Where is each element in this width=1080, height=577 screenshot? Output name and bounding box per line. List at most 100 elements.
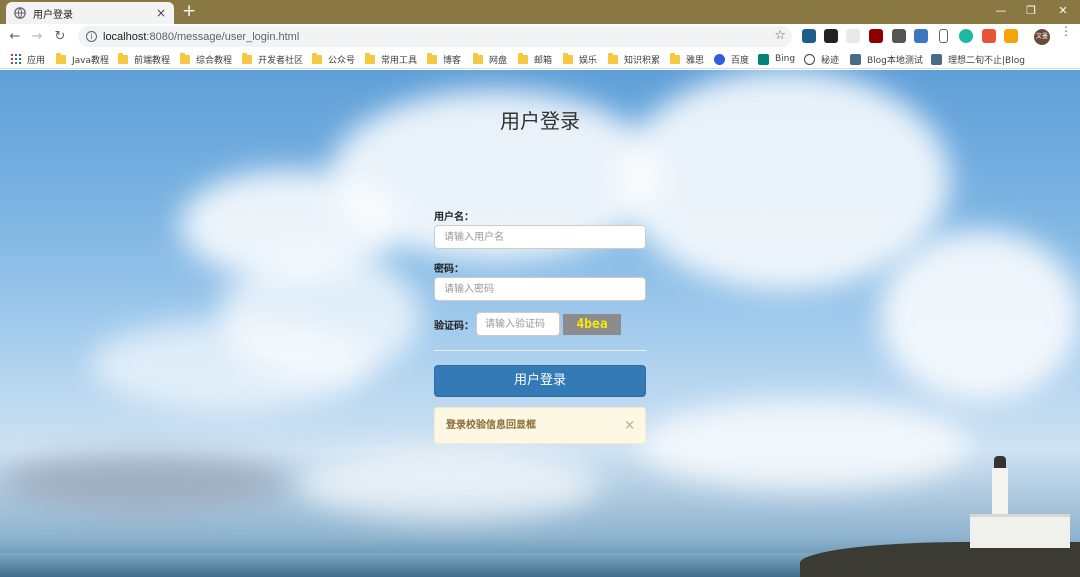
bookmarks-bar: 应用 Java教程 前端教程 综合教程 开发者社区 公众号 常用工具 博客 网盘… [0,49,1080,69]
login-alert: 登录校验信息回显框 × [434,407,646,444]
browser-menu-icon[interactable]: ⋮ [1060,25,1072,37]
bookmark-extension-icon[interactable] [939,29,948,43]
bookmark-folder[interactable]: 邮箱 [518,52,552,66]
tab-close-icon[interactable]: × [154,6,168,20]
login-button[interactable]: 用户登录 [434,365,646,397]
baidu-icon [714,53,725,65]
minimize-button[interactable]: — [986,2,1016,20]
password-input[interactable] [434,277,646,301]
password-label: 密码： [434,264,464,275]
vimium-extension-icon[interactable] [802,29,816,43]
bookmark-label: 雅思 [686,55,705,66]
bookmark-apps[interactable]: 应用 [11,52,45,66]
bookmark-label: Java教程 [72,55,110,66]
folder-icon [56,52,66,64]
globe-icon [14,7,26,19]
network-extension-icon[interactable] [982,29,996,43]
captcha-image[interactable]: 4bea [563,314,621,335]
bookmark-label: 开发者社区 [258,55,304,66]
alert-close-icon[interactable]: × [624,408,635,443]
cloud [300,450,600,520]
cloud [620,70,950,290]
tab-title: 用户登录 [33,9,73,21]
page-title: 用户登录 [500,109,580,133]
bookmark-label: 应用 [27,55,46,66]
username-input[interactable] [434,225,646,249]
tab-strip: 用户登录 × + — ❐ ✕ [0,0,1080,24]
bookmark-blog-local[interactable]: Blog本地测试 [850,52,923,66]
url-path: :8080/message/user_login.html [146,30,300,43]
bookmark-label: 网盘 [489,55,508,66]
bookmark-label: Bing [775,54,796,64]
bookmark-folder[interactable]: 雅思 [670,52,704,66]
bookmark-folder[interactable]: 前端教程 [118,52,170,66]
bookmark-label: Blog本地测试 [867,55,923,66]
folder-icon [242,52,252,64]
bookmark-folder[interactable]: 网盘 [473,52,507,66]
back-button[interactable]: ← [6,28,24,46]
bookmark-label: 百度 [731,55,750,66]
shield-extension-icon[interactable] [914,29,928,43]
apps-grid-icon [11,54,21,64]
folder-icon [518,52,528,64]
bookmark-label: 邮箱 [534,55,553,66]
teal-extension-icon[interactable] [959,29,973,43]
username-label: 用户名： [434,212,474,223]
folder-icon [427,52,437,64]
forward-button[interactable]: → [28,28,46,46]
url-host: localhost [103,30,147,43]
bookmark-label: 理想二旬不止|Blog [948,55,1025,66]
bookmark-folder[interactable]: 娱乐 [563,52,597,66]
bookmark-blog[interactable]: 理想二旬不止|Blog [931,52,1025,66]
extension-icon[interactable] [824,29,838,43]
bookmark-label: 博客 [443,55,462,66]
bookmark-folder[interactable]: Java教程 [56,52,109,66]
captcha-label: 验证码： [434,321,474,332]
lighthouse-building [970,514,1070,548]
bookmark-folder[interactable]: 知识积累 [608,52,660,66]
site-icon [931,53,942,65]
url-text[interactable]: localhost:8080/message/user_login.html [103,31,299,43]
bookmark-folder[interactable]: 开发者社区 [242,52,303,66]
bookmark-label: 秘迹 [821,55,840,66]
ublock-extension-icon[interactable] [869,29,883,43]
folder-icon [180,52,190,64]
bing-icon [758,53,769,65]
info-icon[interactable]: i [86,31,97,42]
bookmark-mijisou[interactable]: 秘迹 [804,52,839,66]
browser-tab[interactable]: 用户登录 × [6,2,174,24]
cloud [880,230,1080,400]
bookmark-folder[interactable]: 综合教程 [180,52,232,66]
close-window-button[interactable]: ✕ [1048,2,1078,20]
bookmark-label: 知识积累 [624,55,661,66]
bookmark-label: 常用工具 [381,55,418,66]
restore-button[interactable]: ❐ [1016,2,1046,20]
reload-button[interactable]: ↻ [51,28,69,46]
site-icon [850,53,861,65]
download-extension-icon[interactable] [846,29,860,43]
alert-message: 登录校验信息回显框 [446,420,536,431]
bookmark-star-icon[interactable]: ☆ [774,28,786,43]
save-extension-icon[interactable] [892,29,906,43]
bookmark-folder[interactable]: 博客 [427,52,461,66]
folder-icon [473,52,483,64]
folder-icon [365,52,375,64]
bookmark-folder[interactable]: 公众号 [312,52,355,66]
mijisou-icon [804,53,815,65]
colorful-extension-icon[interactable] [1004,29,1018,43]
bookmark-folder[interactable]: 常用工具 [365,52,417,66]
bookmark-baidu[interactable]: 百度 [714,52,749,66]
new-tab-button[interactable]: + [182,3,196,20]
captcha-input[interactable] [476,312,560,336]
bookmark-label: 综合教程 [196,55,233,66]
profile-avatar[interactable]: 文墨 [1034,29,1050,45]
folder-icon [563,52,573,64]
address-bar[interactable]: i localhost:8080/message/user_login.html… [78,26,792,47]
browser-toolbar: ← → ↻ i localhost:8080/message/user_logi… [0,24,1080,49]
cloud [0,455,290,510]
folder-icon [670,52,680,64]
bookmark-label: 公众号 [328,55,356,66]
folder-icon [118,52,128,64]
bookmark-bing[interactable]: Bing [758,52,795,66]
cloud [640,400,970,490]
